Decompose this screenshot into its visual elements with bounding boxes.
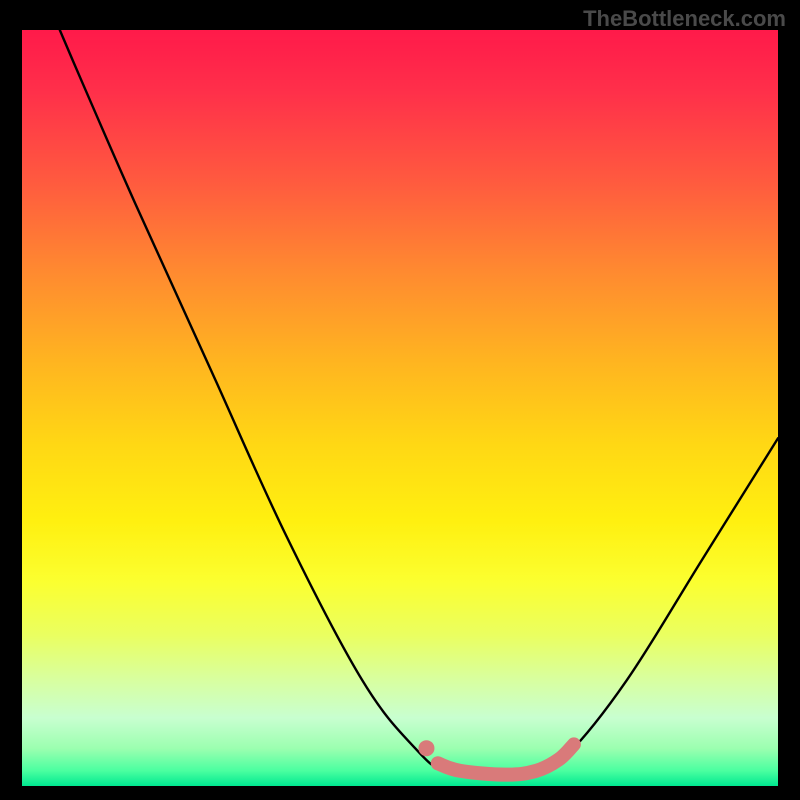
highlight-segment-line: [438, 744, 574, 774]
highlight-dot: [418, 740, 434, 756]
chart-plot-area: [22, 30, 778, 786]
bottleneck-curve-line: [60, 30, 778, 775]
watermark-text: TheBottleneck.com: [583, 6, 786, 32]
chart-svg: [22, 30, 778, 786]
